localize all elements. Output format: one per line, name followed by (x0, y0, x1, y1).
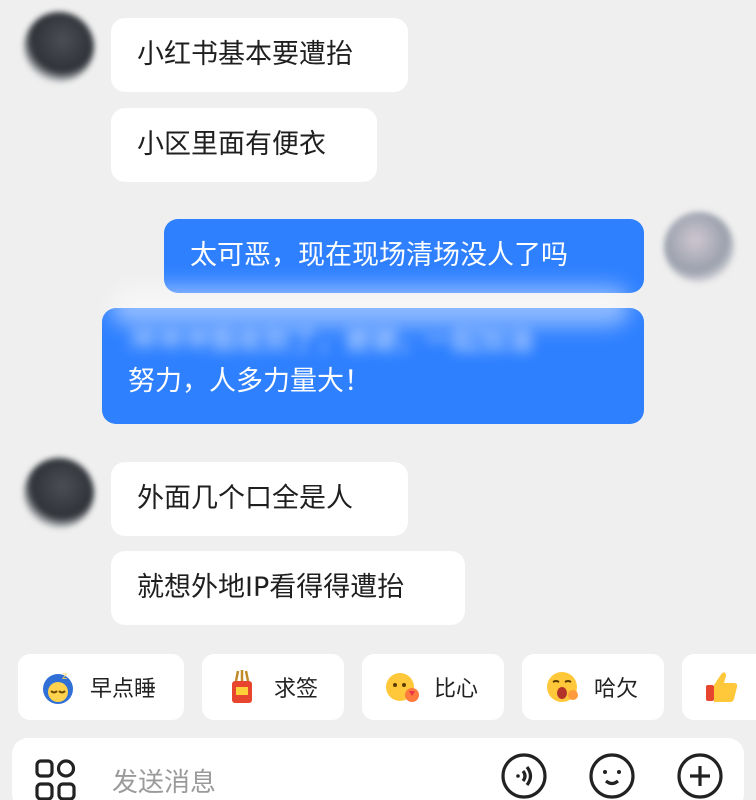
yawn-emoji-icon (542, 667, 582, 707)
message-text: 小区里面有便衣 (137, 128, 326, 160)
voice-icon[interactable] (500, 752, 548, 800)
message-text: 小红书基本要遭抬 (137, 38, 353, 70)
apps-grid-icon[interactable] (34, 758, 78, 800)
quick-reply-chip[interactable]: 比心 (362, 654, 504, 720)
quick-reply-chip[interactable]: z 早点睡 (18, 654, 184, 720)
user-avatar[interactable] (664, 212, 734, 282)
lucky-draw-icon (222, 667, 262, 707)
chip-label: 早点睡 (90, 677, 157, 702)
message-bubble-incoming[interactable]: 小红书基本要遭抬 (111, 18, 408, 92)
sleep-emoji-icon: z (38, 667, 78, 707)
quick-reply-chip[interactable] (682, 654, 756, 720)
message-input[interactable]: 发送消息 (112, 762, 216, 799)
quick-reply-bar: z 早点睡 求签 比心 哈欠 (0, 654, 756, 720)
chip-label: 求签 (274, 677, 319, 702)
message-text-blurred: 冲冲冲我收到了，谢谢，一起加油 (128, 326, 533, 357)
message-text: 就想外地IP看得得遭抬 (137, 571, 405, 603)
quick-reply-chip[interactable]: 求签 (202, 654, 344, 720)
emoji-icon[interactable] (588, 752, 636, 800)
message-text: 外面几个口全是人 (137, 482, 353, 514)
chip-label: 比心 (434, 677, 479, 702)
thumbs-up-icon (702, 667, 742, 707)
message-text: 努力，人多力量大！ (128, 366, 371, 397)
message-bubble-incoming[interactable]: 小区里面有便衣 (111, 108, 377, 182)
privacy-blur-overlay (110, 286, 630, 326)
quick-reply-chip[interactable]: 哈欠 (522, 654, 664, 720)
plus-icon[interactable] (676, 752, 724, 800)
contact-avatar[interactable] (24, 458, 94, 528)
chip-label: 哈欠 (594, 677, 639, 702)
message-text: 太可恶，现在现场清场没人了吗 (190, 239, 568, 271)
message-bubble-incoming[interactable]: 就想外地IP看得得遭抬 (111, 551, 465, 625)
message-bubble-incoming[interactable]: 外面几个口全是人 (111, 462, 408, 536)
contact-avatar[interactable] (24, 12, 94, 82)
svg-text:z: z (62, 671, 67, 682)
message-bubble-outgoing[interactable]: 太可恶，现在现场清场没人了吗 (164, 219, 644, 293)
finger-heart-emoji-icon (382, 667, 422, 707)
message-input-bar: 发送消息 (12, 738, 744, 800)
